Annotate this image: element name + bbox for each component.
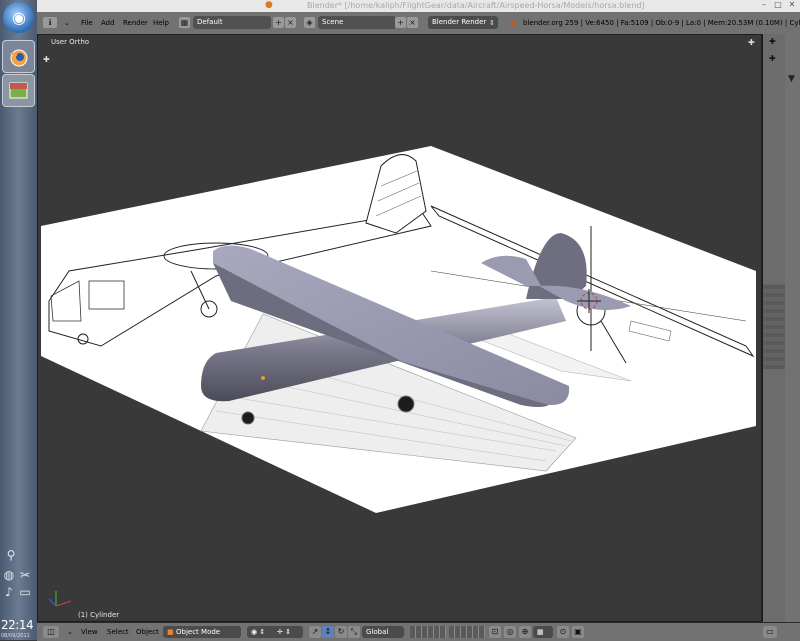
volume-icon[interactable]: ♪ bbox=[2, 585, 16, 599]
menu-help[interactable]: Help bbox=[153, 19, 169, 27]
menu-add[interactable]: Add bbox=[101, 19, 115, 27]
scene-field[interactable]: Scene bbox=[318, 16, 396, 29]
view-label: User Ortho bbox=[51, 38, 90, 46]
menu-file[interactable]: File bbox=[81, 19, 93, 27]
manipulator-toggle-icon[interactable]: ↗ bbox=[309, 626, 321, 638]
window-titlebar[interactable]: ● Blender* [/home/kaliph/FlightGear/data… bbox=[37, 0, 800, 12]
tools-icon[interactable]: ✂ bbox=[18, 568, 32, 582]
blender-logo-icon: ● bbox=[510, 19, 517, 27]
right-panel-strip: ✚ ✚ bbox=[763, 34, 785, 622]
maximize-icon[interactable]: □ bbox=[773, 0, 783, 9]
clock-date: 08/09/2011 bbox=[1, 633, 30, 639]
screen-layout-icon[interactable]: ▦ bbox=[179, 17, 190, 28]
blender-title-icon: ● bbox=[265, 0, 273, 10]
editor-type-icon[interactable]: ℹ bbox=[43, 17, 57, 28]
proportional-edit-icon[interactable]: ◎ bbox=[504, 626, 516, 638]
menu-object[interactable]: Object bbox=[136, 628, 159, 636]
scene-icon[interactable]: ◈ bbox=[304, 17, 315, 28]
snap-element-select[interactable]: ▦ bbox=[533, 626, 553, 638]
active-object-label: (1) Cylinder bbox=[78, 611, 120, 619]
scene-stats: blender.org 259 | Ve:6450 | Fa:5109 | Ob… bbox=[523, 19, 800, 27]
properties-toggle-icon[interactable]: ✚ bbox=[748, 38, 755, 47]
menu-view[interactable]: View bbox=[81, 628, 98, 636]
usb-icon[interactable]: ⚲ bbox=[4, 548, 18, 562]
launcher-icon[interactable]: ◉ bbox=[3, 2, 34, 33]
scene-delete-icon[interactable]: × bbox=[407, 17, 418, 28]
collapse-icon-bottom[interactable]: ⌄ bbox=[67, 628, 73, 636]
lock-layers-icon[interactable]: ⊡ bbox=[489, 626, 501, 638]
screen-add-icon[interactable]: + bbox=[273, 17, 284, 28]
minimize-icon[interactable]: – bbox=[759, 0, 769, 9]
scene-add-icon[interactable]: + bbox=[395, 17, 406, 28]
right-panel-plus-icon-2[interactable]: ✚ bbox=[769, 54, 776, 63]
screen-layout-field[interactable]: Default bbox=[193, 16, 271, 29]
menu-render[interactable]: Render bbox=[123, 19, 148, 27]
screen-maximize-icon[interactable]: ▭ bbox=[763, 626, 777, 638]
3d-viewport[interactable]: User Ortho ✚ ✚ (1) Cylinder bbox=[37, 34, 762, 622]
pivot-point-select[interactable]: ✛ ⇕ bbox=[273, 626, 303, 638]
right-panel-plus-icon[interactable]: ✚ bbox=[769, 37, 776, 46]
toolshelf-toggle-icon[interactable]: ✚ bbox=[43, 55, 50, 64]
right-panel-scrollbar[interactable] bbox=[763, 284, 785, 369]
editor-type-3dview-icon[interactable]: ◫ bbox=[43, 626, 59, 638]
menu-select[interactable]: Select bbox=[107, 628, 129, 636]
object-mode-icon: ■ bbox=[167, 628, 174, 636]
right-editor-panel: ✚ ✚ ▼ bbox=[762, 34, 800, 622]
scale-manipulator-icon[interactable]: ⤡ bbox=[348, 626, 360, 638]
render-engine-select[interactable]: Blender Render bbox=[428, 16, 498, 29]
collapse-icon[interactable]: ⌄ bbox=[64, 19, 70, 27]
snap-target-icon[interactable]: ⊙ bbox=[557, 626, 569, 638]
layers-grid[interactable] bbox=[410, 626, 446, 638]
clock-time[interactable]: 22:14 bbox=[1, 618, 37, 632]
axis-gizmo-icon bbox=[48, 591, 72, 607]
3d-view-header: ◫ ⌄ View Select Object Object Mode ■ ◉ ⇕… bbox=[37, 622, 800, 641]
window-title: Blender* [/home/kaliph/FlightGear/data/A… bbox=[307, 1, 645, 10]
opengl-render-icon[interactable]: ▣ bbox=[572, 626, 584, 638]
image-viewer-icon bbox=[9, 82, 28, 99]
translate-manipulator-icon[interactable]: ↕ bbox=[322, 626, 334, 638]
viewport-scene[interactable] bbox=[38, 35, 762, 622]
object-origin bbox=[261, 376, 265, 380]
model-nose-wheel bbox=[241, 411, 255, 425]
rotate-manipulator-icon[interactable]: ↻ bbox=[335, 626, 347, 638]
close-icon[interactable]: ✕ bbox=[787, 0, 797, 9]
network-icon[interactable]: ◍ bbox=[2, 568, 16, 582]
taskbar-image-viewer-button[interactable] bbox=[2, 74, 35, 107]
desktop-taskbar: ◉ ⚲ ◍ ✂ ♪ ▭ 22:14 08/09/2011 bbox=[0, 0, 38, 640]
blender-icon bbox=[8, 49, 28, 67]
snap-toggle-icon[interactable]: ⊕ bbox=[519, 626, 531, 638]
taskbar-blender-button[interactable] bbox=[2, 40, 35, 73]
transform-orientation-select[interactable]: Global bbox=[362, 626, 404, 638]
layers-grid-2[interactable] bbox=[449, 626, 485, 638]
info-header: ℹ ⌄ File Add Render Help ▦ Default + × ◈… bbox=[37, 12, 800, 35]
display-icon[interactable]: ▭ bbox=[18, 585, 32, 599]
select-arrows-icon: ⇕ bbox=[489, 19, 495, 27]
expand-triangle-icon[interactable]: ▼ bbox=[788, 74, 795, 84]
model-main-wheel bbox=[397, 395, 415, 413]
mode-select[interactable]: Object Mode bbox=[163, 626, 241, 638]
screen-delete-icon[interactable]: × bbox=[285, 17, 296, 28]
